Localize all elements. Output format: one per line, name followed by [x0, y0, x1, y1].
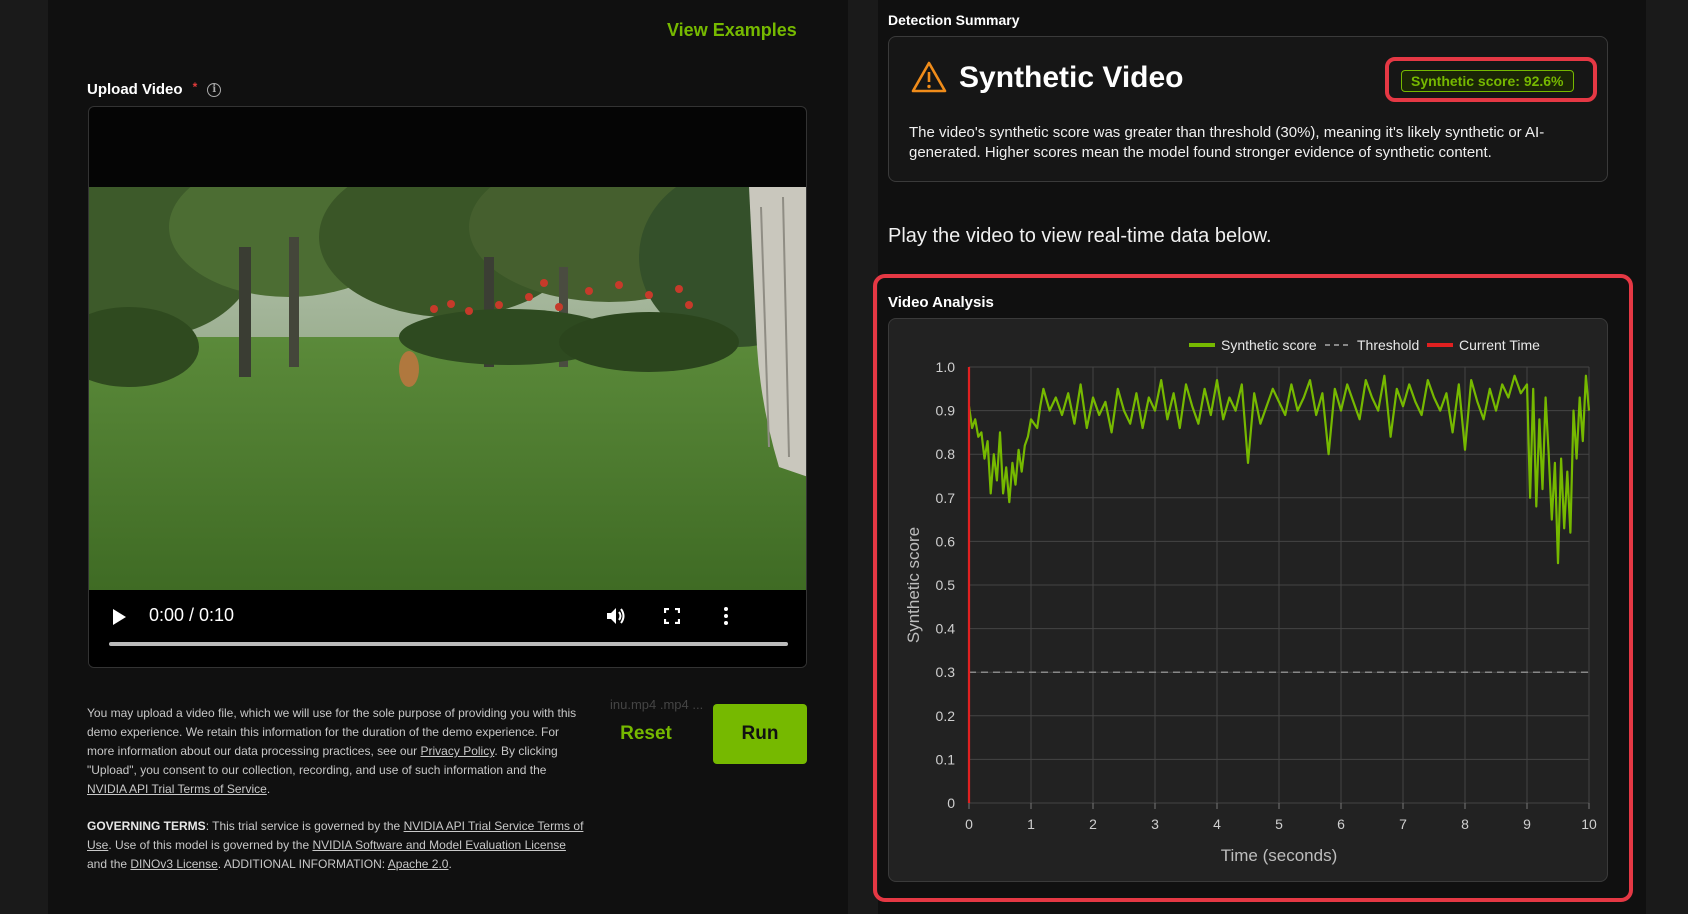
gov-text-1: : This trial service is governed by the — [205, 819, 404, 833]
time-display: 0:00 / 0:10 — [149, 605, 235, 625]
model-evaluation-license-link[interactable]: NVIDIA Software and Model Evaluation Lic… — [312, 838, 565, 852]
dinov3-license-link[interactable]: DINOv3 License — [130, 857, 217, 871]
right-gutter — [1646, 0, 1688, 914]
y-tick-label: 0.9 — [936, 403, 956, 419]
video-analysis-chart: 0 0.1 0.2 0.3 0.4 0.5 0.6 0.7 0.8 0.9 1.0 0 1 2 3 4 5 6 7 8… — [888, 318, 1608, 882]
privacy-text-3: . — [266, 782, 271, 796]
left-gutter — [0, 0, 48, 914]
video-player[interactable]: 0:00 / 0:10 — [88, 106, 807, 668]
more-options-icon[interactable] — [723, 606, 729, 626]
x-tick-label: 2 — [1089, 816, 1097, 832]
x-tick-label: 8 — [1461, 816, 1469, 832]
apache-license-link[interactable]: Apache 2.0 — [388, 857, 449, 871]
x-tick-label: 1 — [1027, 816, 1035, 832]
upload-disclaimer: You may upload a video file, which we wi… — [87, 704, 587, 874]
gov-text-2: . Use of this model is governed by the — [108, 838, 313, 852]
play-icon[interactable] — [111, 608, 127, 626]
video-frame — [89, 187, 806, 590]
x-tick-label: 10 — [1581, 816, 1597, 832]
y-tick-label: 0.8 — [936, 446, 956, 462]
x-tick-label: 4 — [1213, 816, 1221, 832]
x-tick-label: 9 — [1523, 816, 1531, 832]
y-tick-label: 0.2 — [936, 708, 956, 724]
play-hint: Play the video to view real-time data be… — [888, 225, 1272, 247]
privacy-notice: You may upload a video file, which we wi… — [87, 704, 587, 799]
x-tick-label: 6 — [1337, 816, 1345, 832]
y-tick-label: 0 — [947, 795, 955, 811]
legend-label-threshold: Threshold — [1357, 337, 1419, 353]
warning-icon — [911, 61, 947, 93]
y-tick-label: 0.5 — [936, 577, 956, 593]
video-progress-bar[interactable] — [109, 642, 788, 646]
x-tick-label: 5 — [1275, 816, 1283, 832]
view-examples-link[interactable]: View Examples — [667, 20, 797, 41]
run-button[interactable]: Run — [713, 704, 807, 764]
fullscreen-icon[interactable] — [664, 608, 680, 624]
y-tick-label: 0.7 — [936, 490, 956, 506]
x-tick-label: 0 — [965, 816, 973, 832]
x-tick-label: 7 — [1399, 816, 1407, 832]
gov-text-4: . ADDITIONAL INFORMATION: — [217, 857, 388, 871]
volume-icon[interactable] — [605, 606, 627, 626]
y-tick-label: 0.1 — [936, 751, 956, 767]
governing-terms: GOVERNING TERMS: This trial service is g… — [87, 817, 587, 874]
x-axis-label: Time (seconds) — [1221, 846, 1338, 865]
y-tick-label: 0.4 — [936, 621, 956, 637]
reset-button[interactable]: Reset — [610, 704, 682, 764]
synthetic-score-badge: Synthetic score: 92.6% — [1401, 70, 1574, 92]
detection-summary-title: Detection Summary — [888, 12, 1020, 28]
required-mark: * — [192, 79, 198, 94]
legend-label-synthetic: Synthetic score — [1221, 337, 1317, 353]
gov-text-3: and the — [87, 857, 131, 871]
score-highlight: Synthetic score: 92.6% — [1385, 57, 1597, 102]
verdict-title: Synthetic Video — [959, 61, 1184, 94]
x-tick-label: 3 — [1151, 816, 1159, 832]
summary-description: The video's synthetic score was greater … — [909, 124, 1545, 161]
governing-terms-label: GOVERNING TERMS — [87, 819, 206, 833]
y-tick-label: 0.6 — [936, 533, 956, 549]
upload-label-text: Upload Video — [87, 81, 183, 98]
video-thumbnail — [89, 187, 806, 590]
y-tick-label: 1.0 — [936, 359, 956, 375]
video-analysis-title: Video Analysis — [888, 294, 994, 311]
y-tick-label: 0.3 — [936, 664, 956, 680]
y-axis-label: Synthetic score — [904, 527, 923, 643]
privacy-policy-link[interactable]: Privacy Policy — [421, 744, 495, 758]
detection-summary-card: Synthetic Video Synthetic score: 92.6% T… — [888, 36, 1608, 182]
info-icon[interactable]: i — [207, 82, 222, 97]
chart-canvas: 0 0.1 0.2 0.3 0.4 0.5 0.6 0.7 0.8 0.9 1.0 0 1 2 3 4 5 6 7 8… — [904, 337, 1597, 865]
video-controls: 0:00 / 0:10 — [89, 590, 806, 667]
legend-label-current-time: Current Time — [1459, 337, 1540, 353]
gov-text-5: . — [448, 857, 452, 871]
api-trial-terms-link[interactable]: NVIDIA API Trial Terms of Service — [87, 782, 267, 796]
upload-video-label: Upload Video * i — [87, 79, 222, 98]
